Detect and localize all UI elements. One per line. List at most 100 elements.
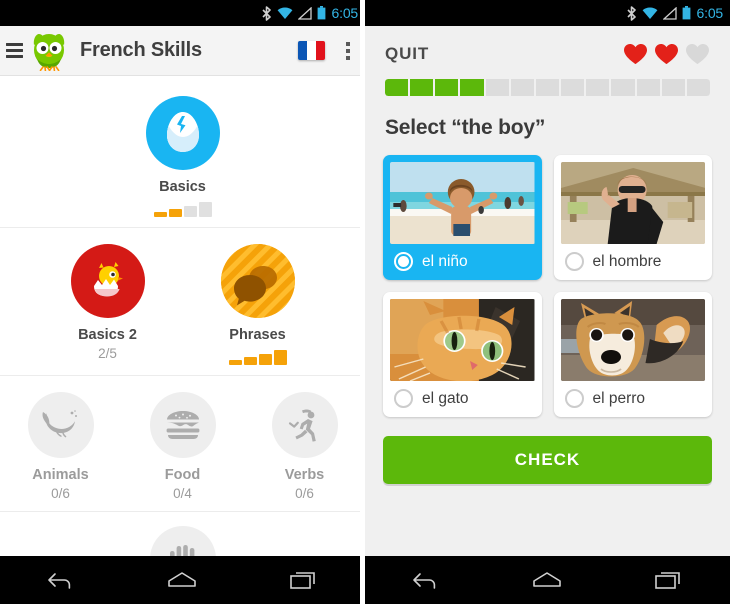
choice-footer: el perro — [561, 381, 706, 417]
battery-icon — [682, 6, 691, 20]
skill-row-partial — [0, 512, 365, 556]
skill-icon-circle — [220, 244, 295, 318]
hamburger-menu-icon[interactable] — [6, 43, 23, 58]
man-with-sunglasses-photo — [560, 162, 705, 244]
speech-bubbles-icon — [220, 244, 295, 318]
choice-label: el niño — [422, 252, 468, 270]
skill-basics[interactable]: Basics — [133, 96, 233, 217]
wifi-icon — [277, 7, 293, 20]
radio-button[interactable] — [394, 389, 413, 408]
status-bar-right: 6:05 — [365, 0, 730, 26]
screen-divider — [360, 0, 365, 604]
choice-footer: el gato — [390, 381, 535, 417]
orange-cat-photo — [390, 299, 535, 381]
whale-icon — [42, 410, 77, 438]
shiba-inu-dog-photo — [560, 299, 705, 381]
skill-icon-circle — [145, 96, 220, 170]
quit-button[interactable]: QUIT — [385, 44, 623, 64]
boy-on-beach-photo — [390, 162, 535, 244]
back-button[interactable] — [31, 560, 91, 600]
skill-progress-text: 0/6 — [51, 486, 70, 501]
action-bar: French Skills — [0, 26, 365, 76]
skill-row-2: Basics 2 2/5 Phrases — [0, 228, 365, 376]
signal-icon — [662, 6, 677, 20]
home-button[interactable] — [152, 560, 212, 600]
android-nav-bar-left — [0, 556, 365, 604]
back-arrow-icon — [413, 573, 436, 589]
skill-icon-circle — [27, 392, 94, 458]
choice-label: el gato — [422, 389, 469, 407]
recents-button[interactable] — [639, 560, 699, 600]
choice-el-hombre[interactable]: el hombre — [553, 155, 712, 280]
home-icon — [168, 572, 197, 587]
bluetooth-icon — [626, 5, 637, 21]
skill-row-3: Animals 0/6 Food 0/4 Verbs 0/6 — [0, 376, 365, 512]
skill-progress-text: 0/4 — [173, 486, 192, 501]
check-button[interactable]: CHECK — [383, 436, 712, 484]
skill-verbs[interactable]: Verbs 0/6 — [255, 392, 355, 501]
heart-icon-empty — [686, 44, 709, 64]
back-button[interactable] — [396, 560, 456, 600]
radio-button[interactable] — [564, 252, 584, 271]
choice-footer: el niño — [390, 244, 535, 280]
recents-button[interactable] — [274, 560, 334, 600]
bluetooth-icon — [261, 5, 272, 21]
status-bar-left: 6:05 — [0, 0, 365, 26]
skill-icon-circle — [70, 244, 145, 318]
skill-label: Animals — [32, 467, 89, 483]
overflow-menu-icon[interactable] — [343, 39, 353, 63]
skill-progress-text: 0/6 — [295, 486, 314, 501]
lesson-header: QUIT — [383, 26, 712, 65]
skill-label: Verbs — [284, 467, 325, 483]
skill-tree: Basics Basics 2 2/5 Phrases Animals 0/6 … — [0, 76, 365, 556]
signal-icon — [297, 6, 312, 20]
heart-icon-filled — [655, 44, 678, 64]
status-bar-clock: 6:05 — [331, 5, 359, 21]
lesson-screen: QUIT Select “the boy” el niño el hombre … — [365, 26, 730, 556]
choice-el-gato[interactable]: el gato — [383, 292, 542, 417]
question-prompt: Select “the boy” — [385, 116, 546, 139]
skill-partial-hand[interactable] — [149, 526, 216, 556]
choice-el-perro[interactable]: el perro — [553, 292, 712, 417]
skill-label: Basics — [159, 179, 206, 195]
choice-label: el hombre — [592, 252, 662, 270]
home-button[interactable] — [517, 560, 577, 600]
french-flag-icon[interactable] — [298, 41, 325, 60]
right-phone-screen: 6:05 QUIT Select “the boy” el niño el ho… — [365, 0, 730, 604]
skill-progress-bars — [153, 202, 212, 217]
skill-icon-circle — [149, 392, 216, 458]
running-person-icon — [288, 409, 316, 442]
hatching-chick-icon — [93, 262, 123, 297]
choice-label: el perro — [592, 389, 646, 407]
page-title: French Skills — [80, 39, 202, 61]
choice-el-nino[interactable]: el niño — [383, 155, 542, 280]
heart-icon-filled — [624, 44, 647, 64]
duolingo-owl-logo — [27, 31, 71, 71]
answer-choices: el niño el hombre el gato el perro — [383, 155, 712, 417]
skill-animals[interactable]: Animals 0/6 — [11, 392, 111, 501]
skill-row-1: Basics — [0, 80, 365, 228]
skill-progress-bars — [228, 350, 287, 365]
skill-label: Basics 2 — [78, 327, 137, 343]
hamburger-food-icon — [166, 411, 199, 439]
skill-phrases[interactable]: Phrases — [208, 244, 308, 365]
recents-icon — [655, 572, 680, 589]
android-nav-bar-right — [365, 556, 730, 604]
egg-icon — [166, 112, 199, 152]
skill-progress-text: 2/5 — [98, 346, 117, 361]
left-phone-screen: 6:05 French Skills Basics Basics 2 2/5 P… — [0, 0, 365, 604]
screenshot-root: 6:05 French Skills Basics Basics 2 2/5 P… — [0, 0, 730, 604]
hand-icon — [169, 545, 194, 556]
skill-icon-circle — [271, 392, 338, 458]
status-bar-clock: 6:05 — [696, 5, 724, 21]
hearts-indicator — [623, 43, 710, 65]
home-icon — [533, 572, 562, 587]
skill-basics-2[interactable]: Basics 2 2/5 — [58, 244, 158, 365]
skill-food[interactable]: Food 0/4 — [133, 392, 233, 501]
radio-button[interactable] — [564, 389, 584, 408]
battery-icon — [317, 6, 326, 20]
lesson-progress-bar — [385, 79, 710, 96]
back-arrow-icon — [48, 573, 71, 589]
radio-button-selected[interactable] — [394, 252, 413, 271]
skill-label: Phrases — [229, 327, 286, 343]
